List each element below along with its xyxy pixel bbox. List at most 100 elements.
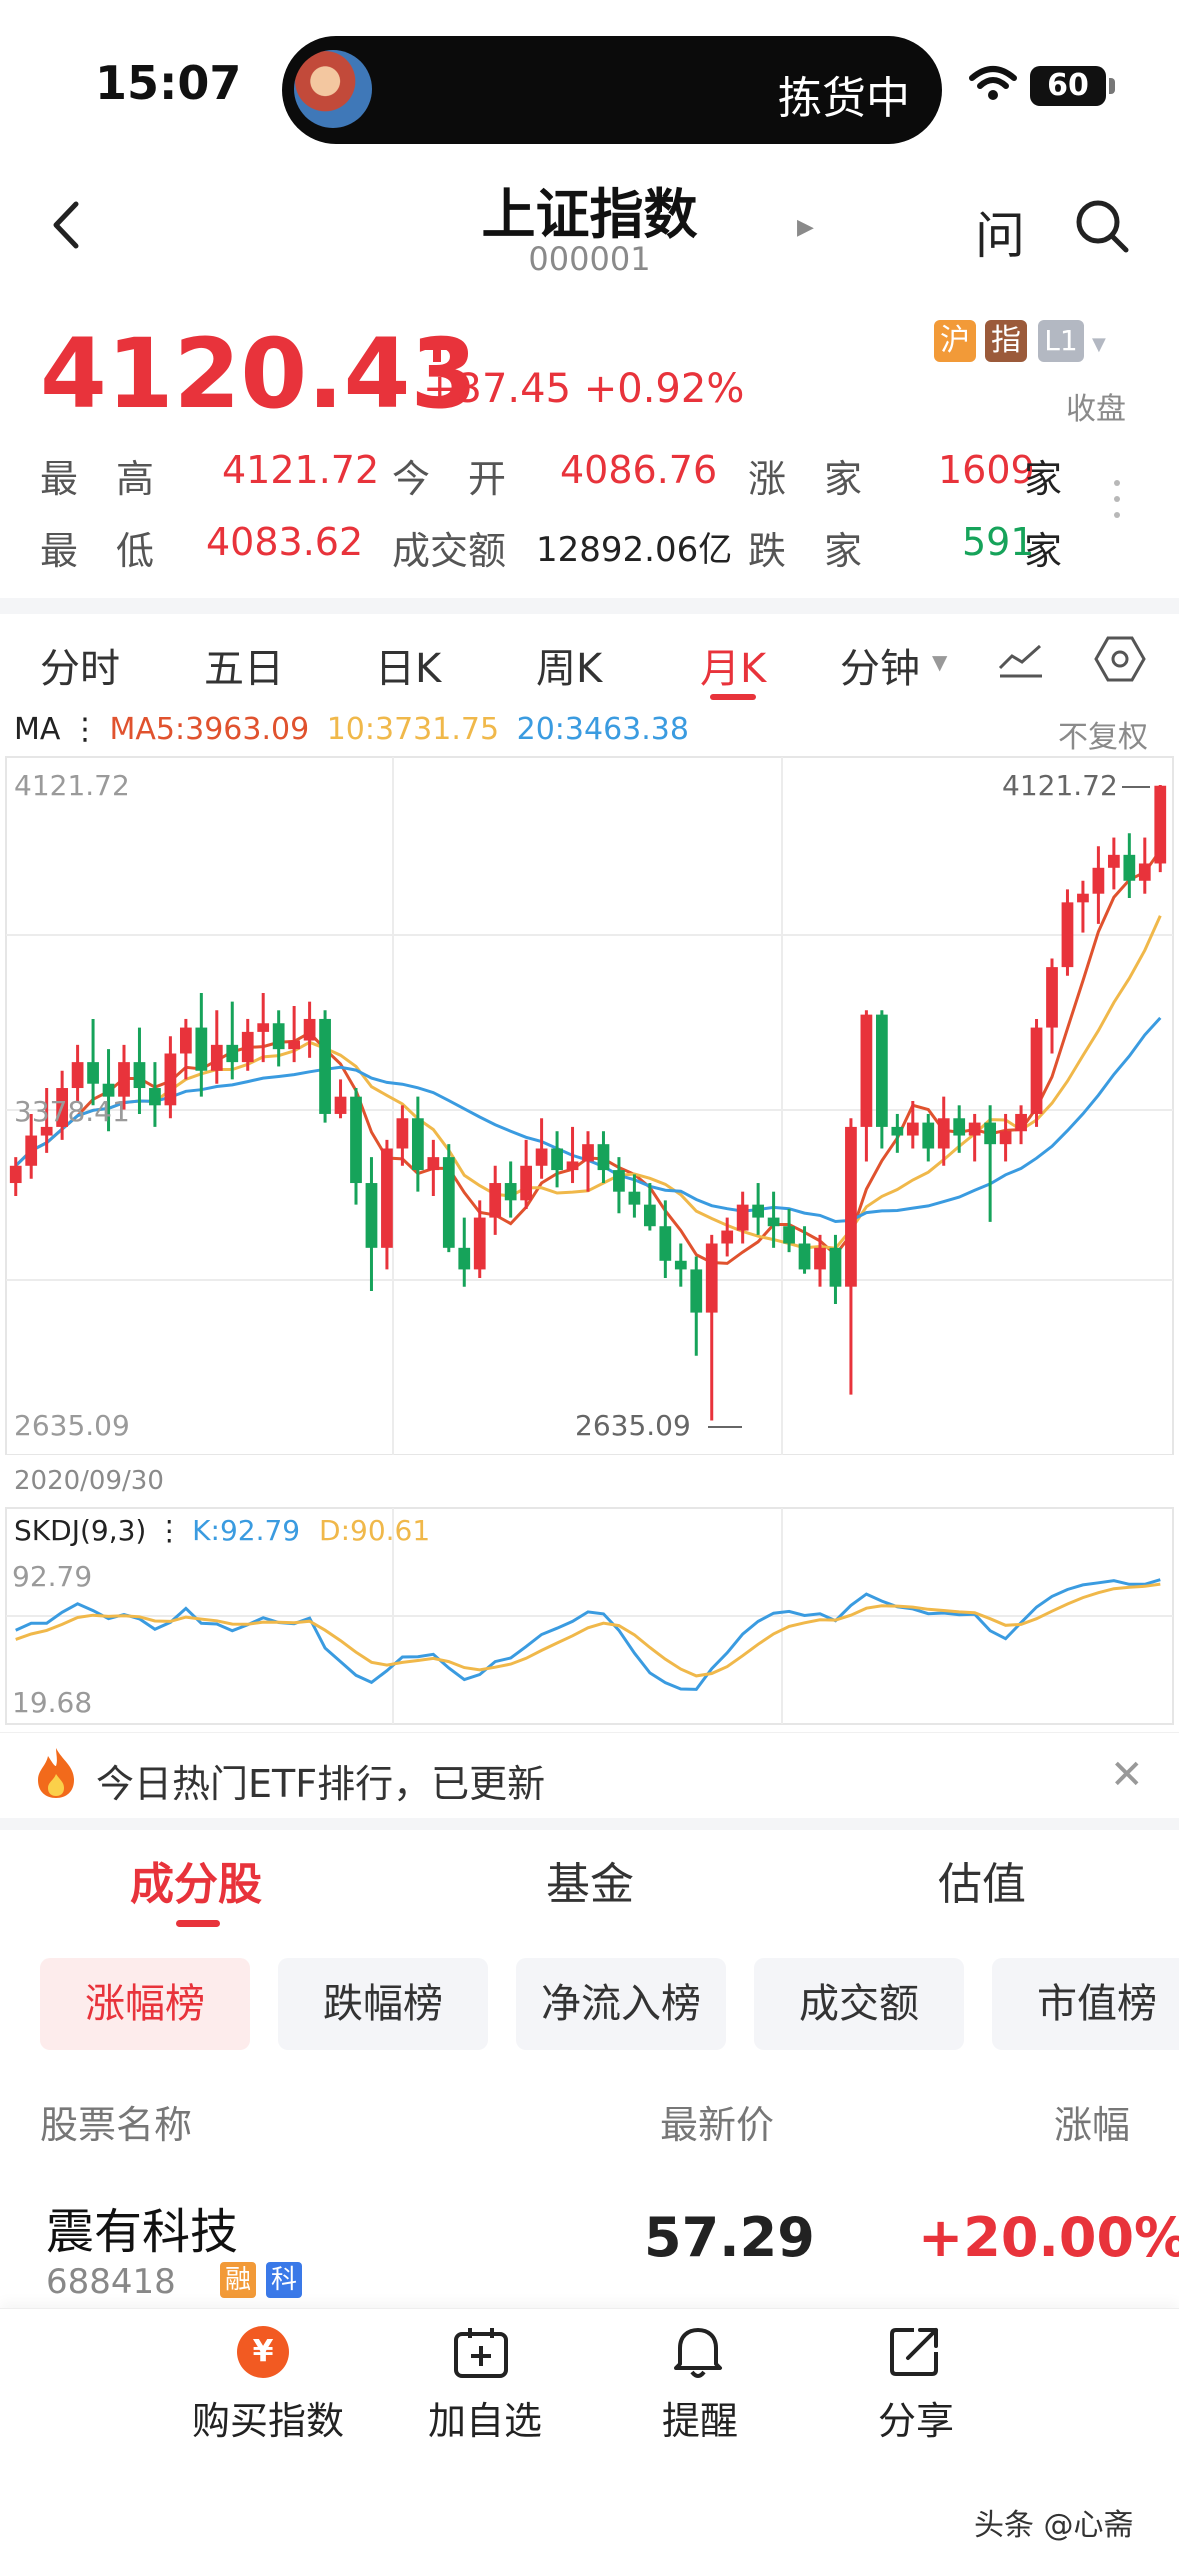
stock-code: 688418 <box>46 2262 176 2302</box>
candle <box>891 1113 904 1153</box>
share-icon[interactable] <box>886 2324 942 2380</box>
candle-body <box>504 1183 517 1201</box>
divider <box>0 1818 1179 1830</box>
chip-net-inflow[interactable]: 净流入榜 <box>516 1958 726 2050</box>
candle-body <box>396 1118 409 1149</box>
up-arrow-icon <box>425 336 449 362</box>
candle-body <box>953 1118 966 1136</box>
candle-body <box>535 1148 548 1166</box>
tab-intraday[interactable]: 分时 <box>40 636 120 694</box>
candle-body <box>381 1148 393 1248</box>
buy-index-button[interactable]: 购买指数 <box>192 2390 344 2445</box>
candle <box>442 1144 455 1253</box>
candle-body <box>350 1096 362 1184</box>
market-tag-sh: 沪 <box>934 320 976 362</box>
kdj-legend[interactable]: SKDJ(9,3) ⋮ K:92.79 D:90.61 <box>14 1514 430 1547</box>
ask-button[interactable]: 问 <box>975 196 1025 268</box>
tab-monthly-k[interactable]: 月K <box>700 636 766 694</box>
candle-body <box>489 1183 502 1218</box>
tab-five-day[interactable]: 五日 <box>204 636 284 694</box>
candle-body <box>226 1044 239 1063</box>
more-stats-icon[interactable] <box>1114 480 1122 528</box>
star-market-badge: 科 <box>266 2262 302 2298</box>
tab-valuation[interactable]: 估值 <box>938 1848 1026 1912</box>
low-value: 4083.62 <box>206 520 364 564</box>
chevron-down-icon[interactable]: ▼ <box>1092 334 1106 355</box>
active-tab-indicator <box>710 694 756 700</box>
add-watchlist-button[interactable]: 加自选 <box>428 2390 542 2445</box>
tab-funds[interactable]: 基金 <box>546 1848 634 1912</box>
candle <box>71 1044 84 1101</box>
candle-body <box>1154 785 1167 864</box>
stock-name[interactable]: 震有科技 <box>46 2192 238 2262</box>
level-tag[interactable]: L1 <box>1038 320 1084 362</box>
candle-body <box>582 1144 594 1162</box>
candle-body <box>25 1135 38 1166</box>
adjust-mode[interactable]: 不复权 <box>1058 712 1148 756</box>
next-index-icon[interactable]: ▶ <box>797 215 814 240</box>
candle-body <box>875 1014 888 1127</box>
battery-tip <box>1109 78 1115 94</box>
app-avatar-icon <box>294 50 372 128</box>
watermark: 头条 @心斋 <box>974 2508 1134 2543</box>
chevron-down-icon[interactable]: ▼ <box>932 650 947 674</box>
candle-body <box>520 1165 533 1201</box>
buy-yen-icon[interactable]: ¥ <box>237 2326 289 2378</box>
close-icon[interactable]: ✕ <box>1110 1752 1144 1798</box>
candle <box>381 1139 393 1270</box>
open-label: 今 开 <box>392 457 507 501</box>
col-header-change[interactable]: 涨幅 <box>1054 2094 1130 2149</box>
col-header-price[interactable]: 最新价 <box>660 2094 774 2149</box>
alert-button[interactable]: 提醒 <box>662 2390 738 2445</box>
settings-hexagon-icon[interactable] <box>1094 634 1146 684</box>
status-time: 15:07 <box>95 56 242 110</box>
ma-legend[interactable]: MA ⋮ MA5:3963.09 10:3731.75 20:3463.38 <box>14 712 689 747</box>
high-label: 最 高 <box>40 457 155 501</box>
candle <box>489 1165 502 1235</box>
chip-top-losers[interactable]: 跌幅榜 <box>278 1958 488 2050</box>
ma5-line <box>14 849 1162 1265</box>
candle-body <box>736 1204 749 1231</box>
candle <box>659 1200 672 1279</box>
divider <box>0 598 1179 614</box>
ma10-value: 10:3731.75 <box>326 712 500 747</box>
search-icon[interactable] <box>1074 198 1130 254</box>
candle-body <box>179 1027 192 1054</box>
ma10-line <box>14 915 1162 1250</box>
candle-body <box>860 1014 873 1127</box>
chip-market-cap[interactable]: 市值榜 <box>992 1958 1179 2050</box>
tab-weekly-k[interactable]: 周K <box>536 636 602 694</box>
chip-turnover[interactable]: 成交额 <box>754 1958 964 2050</box>
candle-body <box>1077 893 1089 903</box>
candle-body <box>690 1269 703 1313</box>
tab-daily-k[interactable]: 日K <box>375 636 441 694</box>
candle <box>690 1256 703 1356</box>
turnover-label: 成交额 <box>392 529 507 573</box>
candle-body <box>1138 863 1151 881</box>
kdj-menu-icon[interactable]: ⋮ <box>155 1514 183 1547</box>
candle <box>736 1191 749 1244</box>
candlestick-chart[interactable]: 4121.72 3378.41 2635.09 4121.72 2635.09 <box>0 755 1179 1455</box>
candle-body <box>411 1118 424 1171</box>
candle <box>1030 1018 1043 1127</box>
tab-minute[interactable]: 分钟 <box>840 636 920 694</box>
candle-body <box>829 1247 842 1287</box>
indicator-settings-icon[interactable] <box>996 640 1046 680</box>
share-button[interactable]: 分享 <box>878 2390 954 2445</box>
candle <box>705 1234 718 1421</box>
candle <box>210 1010 223 1084</box>
candle-body <box>721 1230 734 1244</box>
bell-icon[interactable] <box>670 2322 726 2382</box>
candle-body <box>149 1088 161 1106</box>
add-watchlist-icon[interactable] <box>452 2324 510 2380</box>
candle-body <box>783 1226 795 1244</box>
candle <box>1046 958 1058 1054</box>
ma-menu-icon[interactable]: ⋮ <box>70 712 100 747</box>
tab-constituents[interactable]: 成分股 <box>130 1848 262 1912</box>
candle-body <box>891 1126 904 1136</box>
price-change: +37.45 +0.92% <box>423 366 745 412</box>
chip-top-gainers[interactable]: 涨幅榜 <box>40 1958 250 2050</box>
candle <box>257 993 270 1063</box>
banner-text[interactable]: 今日热门ETF排行，已更新 <box>96 1753 545 1808</box>
candle-body <box>1015 1113 1027 1132</box>
